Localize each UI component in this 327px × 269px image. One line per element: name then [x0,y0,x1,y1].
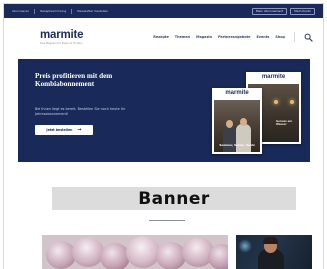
cover-person [236,124,251,152]
utility-links: Abonnieren Rezeptsammlung Newsletter bes… [12,8,252,14]
garlic-article-image[interactable] [42,235,228,269]
nav-divider [294,32,295,42]
site-header: marmite Das Magazin für Essen & Trinken … [4,18,323,56]
nav-item-offers[interactable]: Partnerangebote [218,35,250,39]
utility-divider [71,8,73,14]
nav-item-topics[interactable]: Themen [175,35,190,39]
chef-article-image[interactable] [236,235,312,269]
banner-placeholder: Banner [52,187,296,210]
utility-link-recipes[interactable]: Rezeptsammlung [40,9,66,13]
chef-hair [263,237,278,244]
nav-item-magazine[interactable]: Magazin [196,35,212,39]
logo-wordmark: marmite [40,28,84,41]
cover-person-head [226,120,233,128]
my-subscription-button[interactable]: Mein Abonnement [251,7,288,15]
utility-divider [34,8,36,14]
hero-subtitle: Bei Ihnen liegt es bereit. Bestellen Sie… [35,107,126,116]
nav-item-recipes[interactable]: Rezepte [153,35,169,39]
lamp-light [274,100,278,104]
utility-bar: Abonnieren Rezeptsammlung Newsletter bes… [4,4,323,18]
main-nav: Rezepte Themen Magazin Partnerangebote E… [153,32,313,42]
garlic-bulb [72,237,104,267]
garlic-bulb [100,243,130,269]
page-frame: Abonnieren Rezeptsammlung Newsletter bes… [3,3,324,269]
nav-item-shop[interactable]: Shop [275,35,285,39]
magazine-cover-front[interactable]: marmite Sommer, Sonne, Sushi [212,88,262,154]
my-account-button[interactable]: Mein Konto [290,7,315,15]
order-now-label: Jetzt bestellen [46,128,73,132]
background-light [238,239,252,253]
cover-person-head [240,118,247,126]
cover-person [223,126,237,152]
utility-link-newsletter[interactable]: Newsletter bestellen [77,9,108,13]
magazine-back-caption: Genuss am Wasser [276,120,293,126]
logo-tagline: Das Magazin für Essen & Trinken [40,41,83,45]
garlic-bulb [208,244,228,269]
arrow-right-icon: → [77,126,82,133]
lamp-light [290,100,294,104]
banner-label: Banner [138,188,210,209]
garlic-bulb [126,236,160,268]
site-logo[interactable]: marmite Das Magazin für Essen & Trinken [40,28,84,45]
order-now-button[interactable]: Jetzt bestellen → [35,125,93,135]
nav-item-events[interactable]: Events [256,35,269,39]
search-icon[interactable] [304,33,313,42]
magazine-front-title: marmite [225,90,249,96]
magazine-back-title: marmite [261,74,286,80]
hero-title: Preis profitieren mit dem Kombiabonnemen… [35,72,113,88]
utility-buttons: Mein Abonnement Mein Konto [251,7,315,15]
magazine-front-caption: Sommer, Sonne, Sushi [219,143,255,147]
section-divider [149,220,185,221]
utility-link-subscribe[interactable]: Abonnieren [12,9,29,13]
